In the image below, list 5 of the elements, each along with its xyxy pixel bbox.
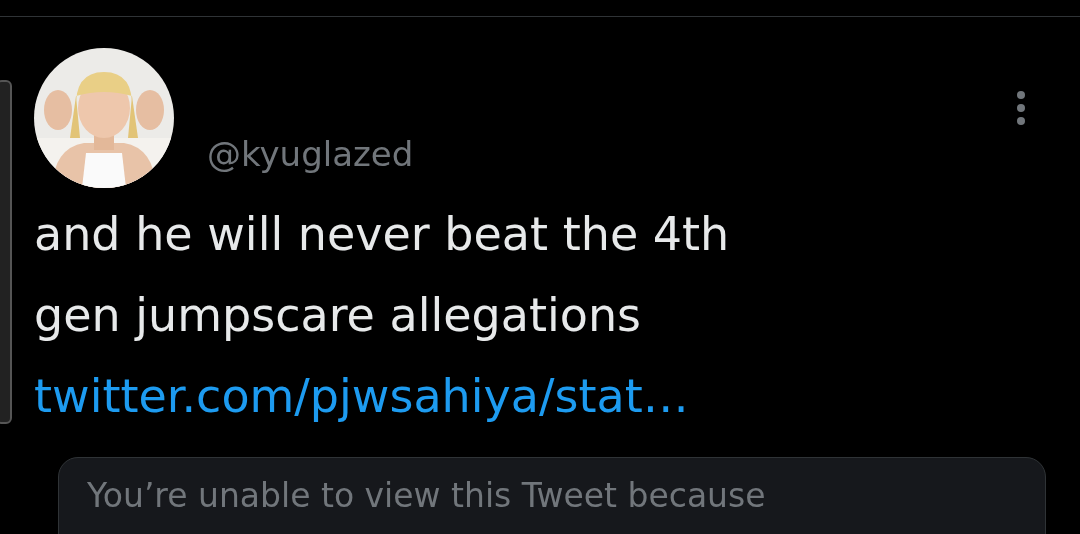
tweet-link[interactable]: twitter.com/pjwsahiya/stat… xyxy=(34,356,689,437)
tweet-text: and he will never beat the 4th gen jumpscare allegations xyxy=(34,206,731,344)
unavailable-notice: You’re unable to view this Tweet because xyxy=(87,476,766,515)
user-handle[interactable]: @kyuglazed xyxy=(207,134,414,174)
more-options-icon[interactable] xyxy=(1016,90,1026,126)
